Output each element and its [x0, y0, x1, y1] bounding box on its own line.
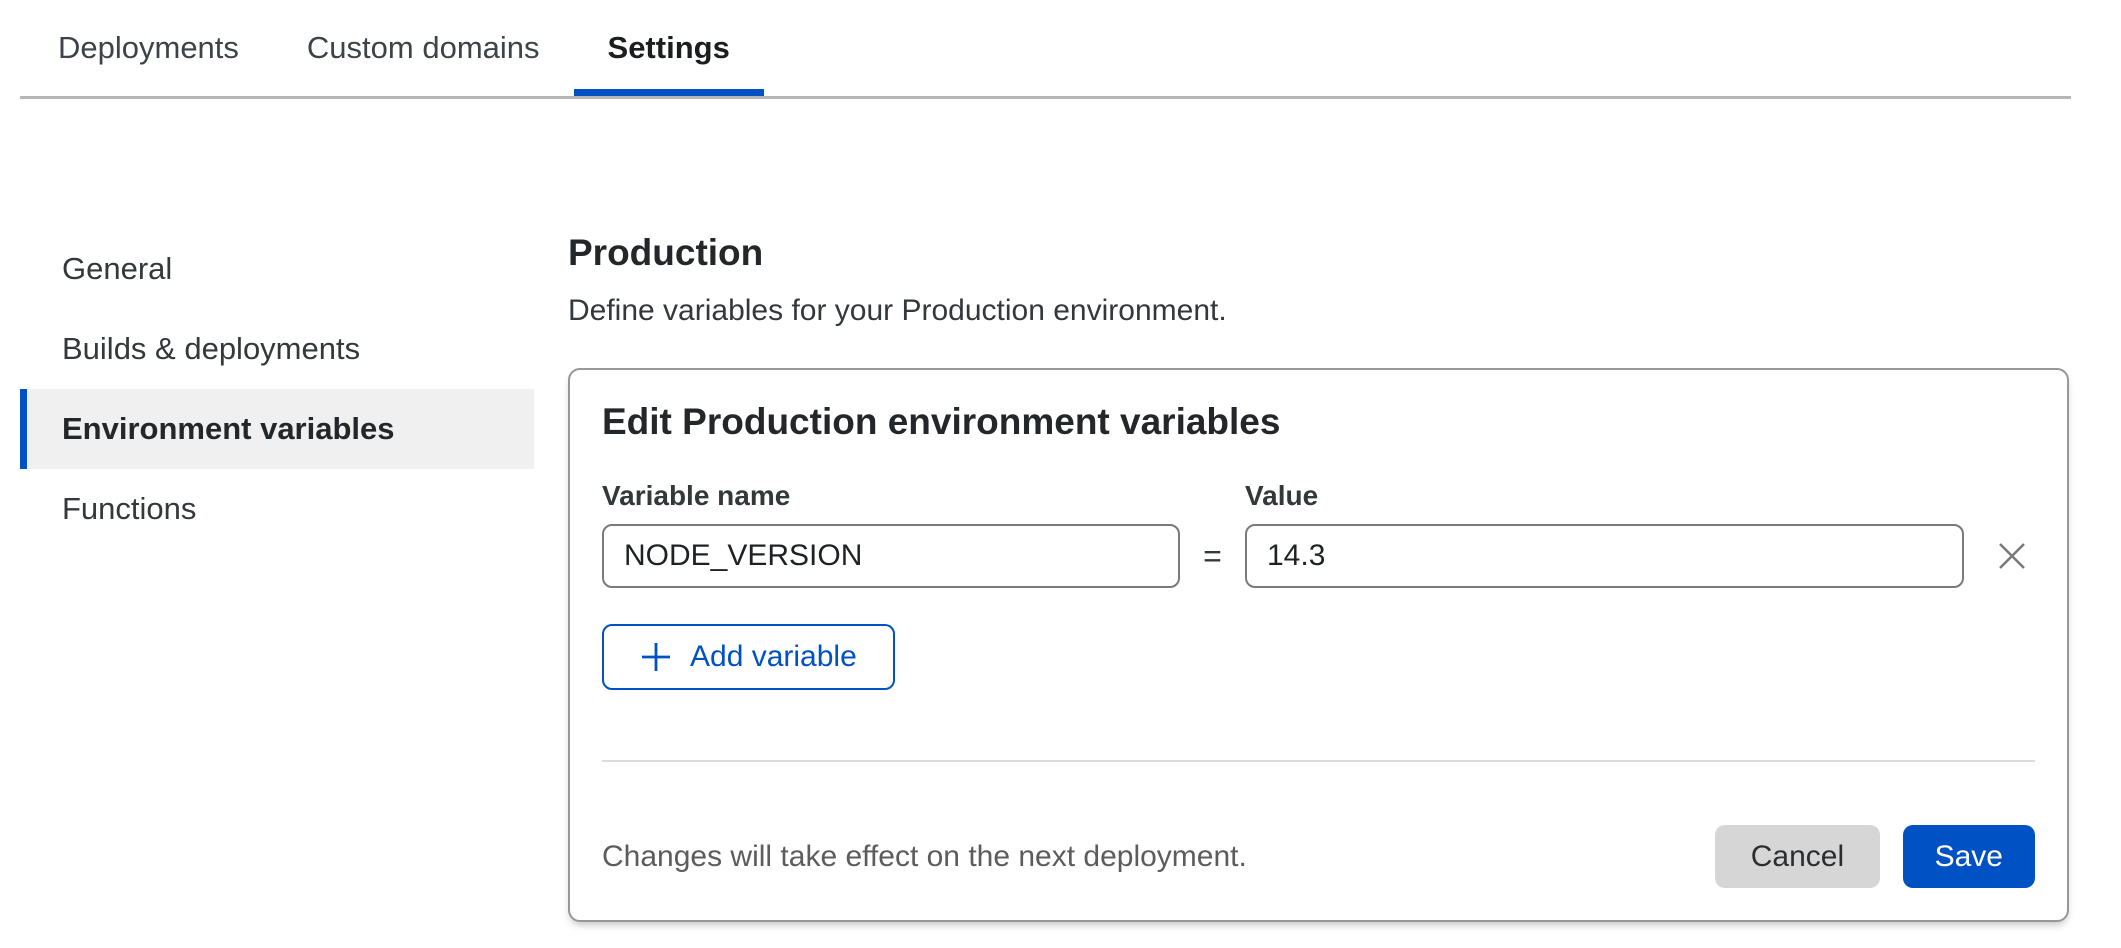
value-label: Value	[1245, 480, 1964, 512]
equals-sign: =	[1203, 538, 1222, 575]
section-title: Production	[568, 231, 2069, 275]
tab-custom-domains[interactable]: Custom domains	[273, 0, 574, 96]
close-icon	[1996, 540, 2028, 572]
tab-bar-divider	[20, 96, 2071, 99]
sidebar-item-environment-variables[interactable]: Environment variables	[20, 389, 534, 469]
card-footer-divider	[602, 760, 2035, 762]
cancel-button[interactable]: Cancel	[1715, 825, 1880, 888]
settings-content: Production Define variables for your Pro…	[568, 231, 2069, 922]
footer-note: Changes will take effect on the next dep…	[602, 840, 1247, 874]
environment-variables-card: Edit Production environment variables Va…	[568, 368, 2069, 922]
sidebar-item-functions[interactable]: Functions	[20, 469, 534, 549]
variable-name-label: Variable name	[602, 480, 1180, 512]
plus-icon	[640, 641, 672, 673]
add-variable-label: Add variable	[690, 640, 857, 674]
sidebar-item-builds-deployments[interactable]: Builds & deployments	[20, 309, 534, 389]
save-button[interactable]: Save	[1903, 825, 2035, 888]
card-title: Edit Production environment variables	[602, 398, 2035, 446]
section-description: Define variables for your Production env…	[568, 292, 2069, 330]
footer-actions: Cancel Save	[1715, 825, 2035, 888]
variable-name-input[interactable]	[602, 524, 1180, 588]
remove-variable-button[interactable]	[1989, 533, 2035, 579]
tab-deployments[interactable]: Deployments	[24, 0, 273, 96]
variable-row: Variable name Value =	[602, 480, 2035, 588]
project-tab-bar: Deployments Custom domains Settings	[24, 0, 764, 96]
settings-sidebar: General Builds & deployments Environment…	[20, 229, 534, 549]
variable-value-input[interactable]	[1245, 524, 1964, 588]
sidebar-item-general[interactable]: General	[20, 229, 534, 309]
tab-settings[interactable]: Settings	[574, 0, 764, 96]
card-footer: Changes will take effect on the next dep…	[602, 825, 2035, 888]
add-variable-button[interactable]: Add variable	[602, 624, 895, 690]
